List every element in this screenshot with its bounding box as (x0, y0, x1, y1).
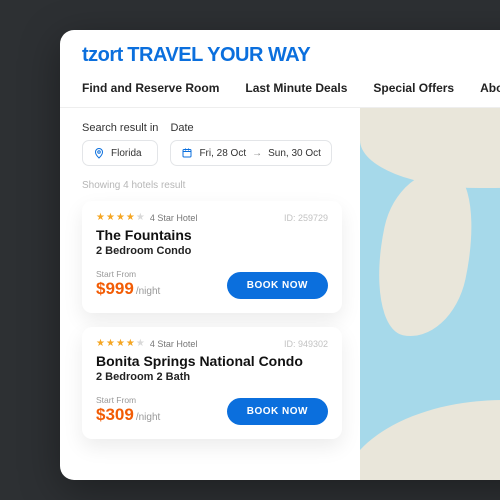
date-from: Fri, 28 Oct (199, 148, 246, 159)
content-body: Search result in Florida Date Fri, 28 Oc… (60, 108, 500, 480)
main-nav: Find and Reserve Room Last Minute Deals … (60, 75, 500, 108)
logo-tagline: TRAVEL YOUR WAY (127, 44, 310, 66)
start-from-label: Start From (96, 269, 160, 279)
hotel-subtitle: 2 Bedroom Condo (96, 245, 328, 257)
rating-label: 4 Star Hotel (150, 339, 198, 349)
results-list: ★ ★ ★ ★ ★ 4 Star Hotel ID: 259729 The Fo… (82, 201, 342, 439)
price-value: $999 (96, 279, 134, 298)
date-filter[interactable]: Fri, 28 Oct → Sun, 30 Oct (170, 140, 332, 166)
book-now-button[interactable]: BOOK NOW (227, 398, 328, 425)
nav-special-offers[interactable]: Special Offers (373, 81, 454, 95)
hotel-id: ID: 259729 (284, 213, 328, 223)
star-icon: ★ (106, 213, 115, 223)
price-col: Start From $999/night (96, 269, 160, 299)
pin-icon (93, 147, 105, 159)
location-filter[interactable]: Florida (82, 140, 158, 166)
star-icon: ★ (106, 339, 115, 349)
rating-row: ★ ★ ★ ★ ★ 4 Star Hotel ID: 259729 (96, 213, 328, 223)
date-filter-group: Date Fri, 28 Oct → Sun, 30 Oct (170, 122, 332, 166)
hotel-id: ID: 949302 (284, 339, 328, 349)
star-rating: ★ ★ ★ ★ ★ 4 Star Hotel (96, 213, 197, 223)
price-per: /night (136, 286, 160, 297)
header: tzort TRAVEL YOUR WAY My Reservations (60, 30, 500, 75)
location-filter-label: Search result in (82, 122, 158, 134)
map-panel[interactable]: Alabama Zoom in or out to use the map (360, 108, 500, 480)
results-panel: Search result in Florida Date Fri, 28 Oc… (60, 108, 360, 480)
rating-row: ★ ★ ★ ★ ★ 4 Star Hotel ID: 949302 (96, 339, 328, 349)
star-icon: ★ (126, 213, 135, 223)
hotel-name: Bonita Springs National Condo (96, 353, 328, 369)
star-icon: ★ (116, 339, 125, 349)
location-filter-group: Search result in Florida (82, 122, 158, 166)
price-row: Start From $309/night BOOK NOW (96, 395, 328, 425)
price-per: /night (136, 412, 160, 423)
results-count: Showing 4 hotels result (82, 180, 342, 191)
filter-row: Search result in Florida Date Fri, 28 Oc… (82, 122, 342, 166)
hotel-card[interactable]: ★ ★ ★ ★ ★ 4 Star Hotel ID: 259729 The Fo… (82, 201, 342, 313)
hotel-subtitle: 2 Bedroom 2 Bath (96, 371, 328, 383)
star-rating: ★ ★ ★ ★ ★ 4 Star Hotel (96, 339, 197, 349)
star-icon: ★ (136, 213, 145, 223)
hotel-name: The Fountains (96, 227, 328, 243)
app-window: tzort TRAVEL YOUR WAY My Reservations Fi… (60, 30, 500, 480)
star-icon: ★ (126, 339, 135, 349)
star-icon: ★ (96, 213, 105, 223)
nav-find-reserve[interactable]: Find and Reserve Room (82, 81, 219, 95)
price-row: Start From $999/night BOOK NOW (96, 269, 328, 299)
logo[interactable]: tzort TRAVEL YOUR WAY (82, 44, 310, 67)
location-filter-value: Florida (111, 148, 142, 159)
calendar-icon (181, 147, 193, 159)
price-value: $309 (96, 405, 134, 424)
logo-text: tzort (82, 44, 123, 66)
start-from-label: Start From (96, 395, 160, 405)
arrow-right-icon: → (252, 148, 262, 159)
nav-about-us[interactable]: About Us (480, 81, 500, 95)
star-icon: ★ (96, 339, 105, 349)
book-now-button[interactable]: BOOK NOW (227, 272, 328, 299)
date-filter-label: Date (170, 122, 332, 134)
star-icon: ★ (116, 213, 125, 223)
map-canvas[interactable]: Alabama Zoom in or out to use the map (360, 108, 500, 480)
hotel-card[interactable]: ★ ★ ★ ★ ★ 4 Star Hotel ID: 949302 Bonita… (82, 327, 342, 439)
rating-label: 4 Star Hotel (150, 213, 198, 223)
date-to: Sun, 30 Oct (268, 148, 321, 159)
star-icon: ★ (136, 339, 145, 349)
price-col: Start From $309/night (96, 395, 160, 425)
nav-last-minute[interactable]: Last Minute Deals (245, 81, 347, 95)
